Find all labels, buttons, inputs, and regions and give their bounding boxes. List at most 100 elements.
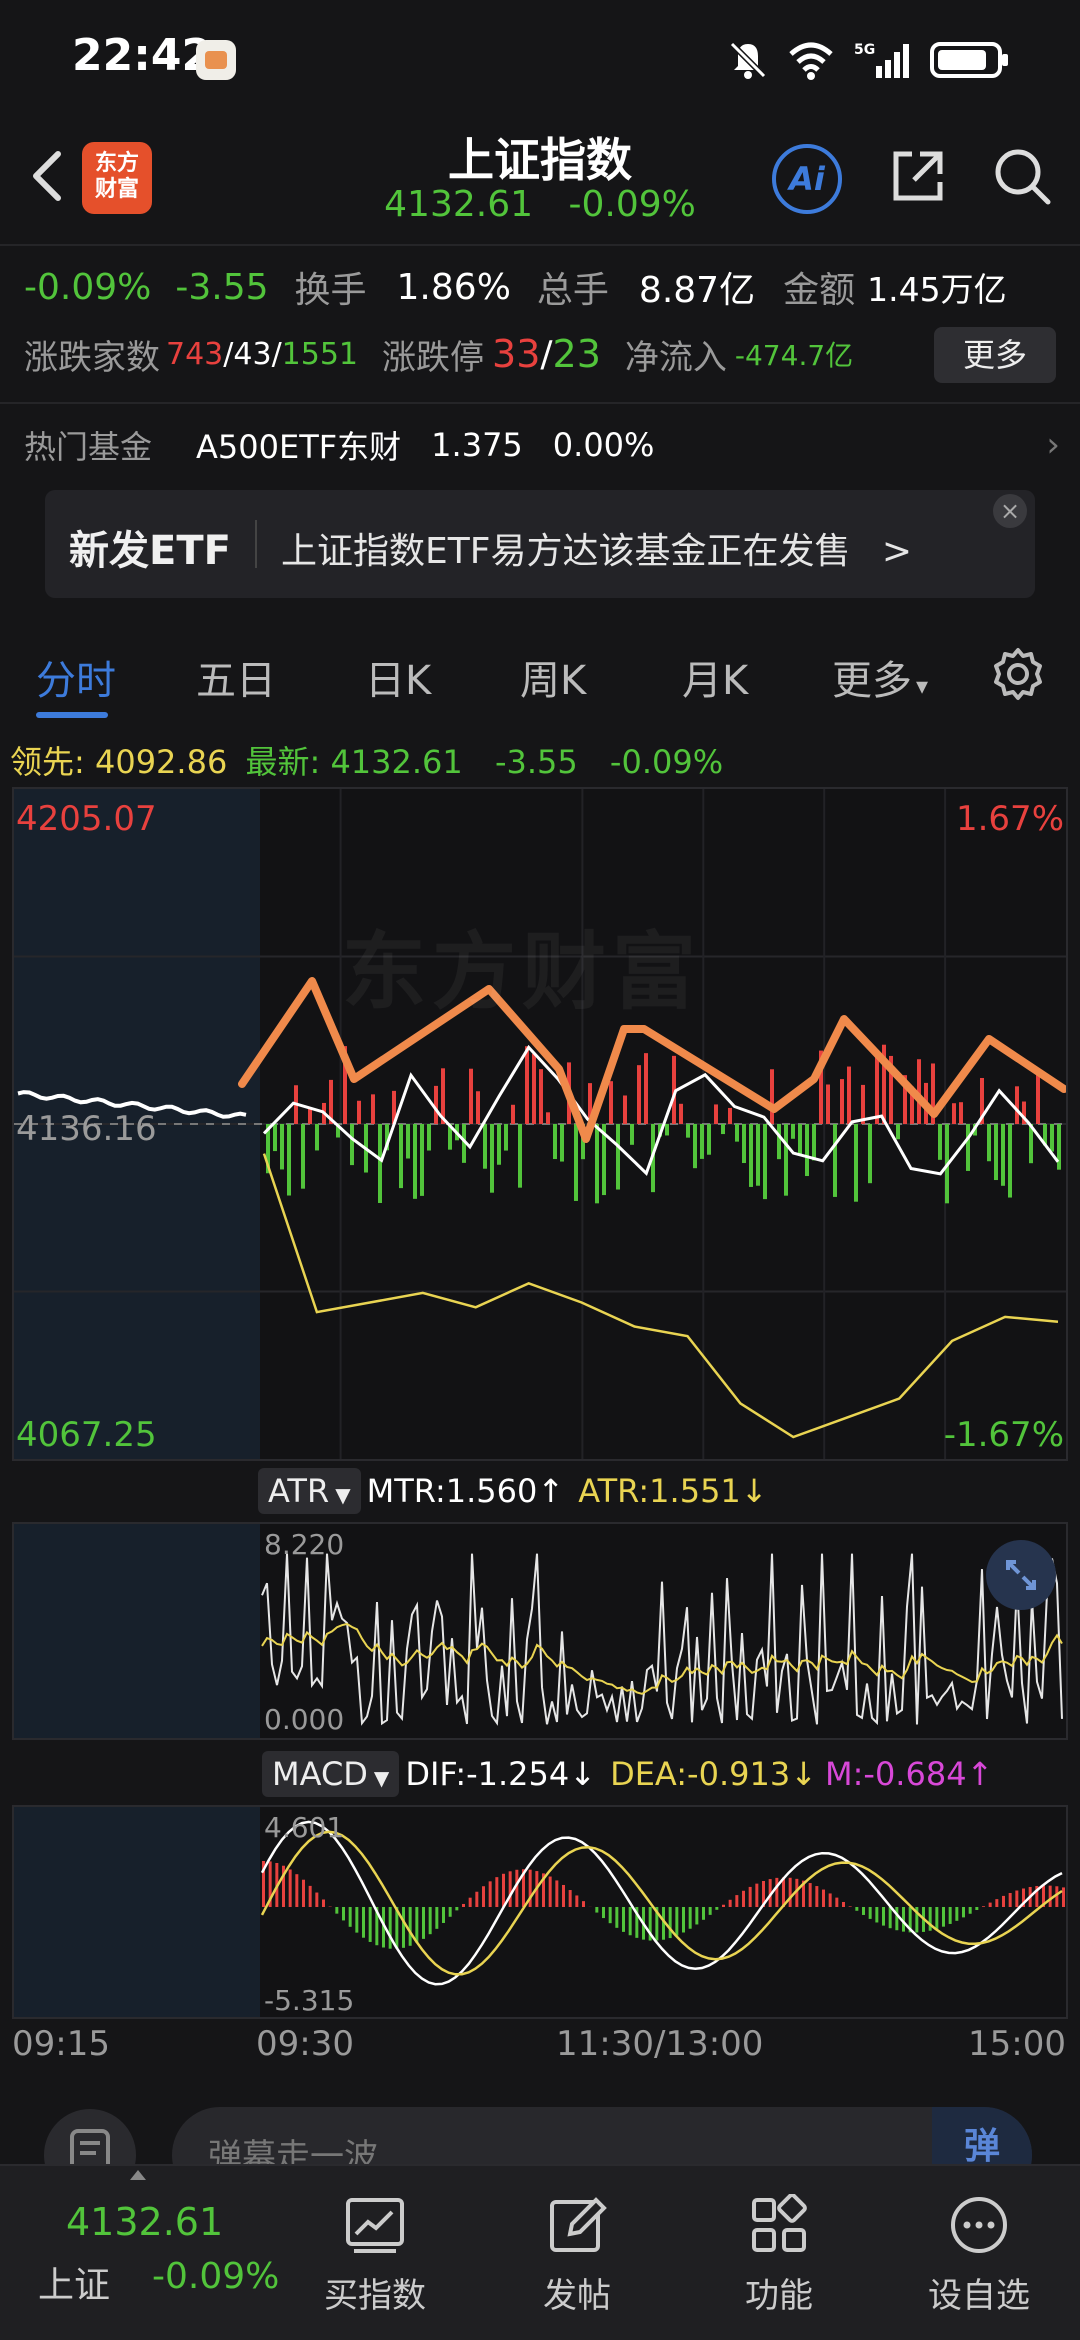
dif-value: DIF:-1.254 xyxy=(405,1755,570,1793)
volume-bar xyxy=(630,1124,634,1145)
status-time: 22:42 xyxy=(72,30,213,81)
macd-histogram-bar xyxy=(828,1893,832,1907)
volume-bar xyxy=(1057,1124,1061,1170)
macd-histogram-bar xyxy=(628,1907,632,1936)
volume-bar xyxy=(707,1124,711,1155)
grid-apps-icon xyxy=(752,2194,807,2252)
dropdown-arrow-icon: ▾ xyxy=(916,672,929,700)
macd-histogram-bar xyxy=(848,1906,852,1907)
nav-index-name: 上证 xyxy=(38,2265,111,2306)
macd-histogram-bar xyxy=(995,1899,999,1907)
share-button[interactable] xyxy=(886,144,950,208)
macd-histogram-bar xyxy=(468,1897,472,1907)
chart-settings-button[interactable] xyxy=(990,646,1046,706)
volume-bar xyxy=(938,1124,942,1160)
intraday-chart[interactable]: 4205.07 1.67% 4136.16 4067.25 -1.67% 东方财… xyxy=(12,787,1068,1461)
nav-post[interactable]: 发帖 xyxy=(502,2166,652,2336)
volume-bar xyxy=(420,1124,424,1196)
hot-fund-row[interactable]: 热门基金 A500ETF东财 1.375 0.00% xyxy=(0,413,1080,477)
macd-histogram-bar xyxy=(842,1901,845,1907)
breadth-label: 涨跌家数 xyxy=(24,337,160,378)
macd-histogram-bar xyxy=(582,1901,585,1907)
volume-bar xyxy=(315,1124,319,1151)
info-change: -3.55 xyxy=(494,743,578,781)
danmaku-list-button[interactable] xyxy=(44,2109,136,2165)
tab-intraday[interactable]: 分时 xyxy=(36,648,116,706)
list-icon xyxy=(70,2129,110,2165)
dea-value: DEA:-0.913 xyxy=(610,1755,791,1793)
macd-indicator-bar: MACD ▼ DIF:-1.254 ↓ DEA:-0.913 ↓ M:-0.684… xyxy=(262,1748,993,1800)
macd-chart-canvas xyxy=(14,1807,1065,2017)
more-stats-button[interactable]: 更多 xyxy=(934,327,1056,383)
volume-bar xyxy=(532,1053,536,1124)
macd-histogram-bar xyxy=(668,1907,672,1939)
macd-histogram-bar xyxy=(755,1883,759,1907)
atr-selector[interactable]: ATR ▼ xyxy=(258,1468,361,1514)
macd-histogram-bar xyxy=(728,1899,732,1907)
macd-histogram-bar xyxy=(948,1907,952,1924)
volume-bar xyxy=(637,1065,641,1124)
share-icon xyxy=(893,151,943,201)
bottom-nav: 4132.61 上证 -0.09% 买指数 发帖 功能 设自选 xyxy=(0,2164,1080,2340)
stat-amount: 1.45万亿 xyxy=(867,270,1007,309)
volume-bar xyxy=(714,1104,718,1124)
search-icon xyxy=(995,149,1051,205)
macd-histogram-bar xyxy=(562,1884,565,1907)
danmaku-input[interactable]: 弹幕走一波 弹 xyxy=(172,2107,1032,2165)
limit-down: 23 xyxy=(552,332,601,376)
tab-five-day[interactable]: 五日 xyxy=(196,648,276,706)
macd-histogram-bar xyxy=(368,1907,372,1942)
notification-app-icon xyxy=(196,40,236,80)
info-change-pct: -0.09% xyxy=(609,743,724,781)
volume-bar xyxy=(434,1085,438,1124)
nav-buy-index[interactable]: 买指数 xyxy=(300,2166,450,2336)
search-button[interactable] xyxy=(990,144,1054,208)
etf-banner[interactable]: 新发ETF 上证指数ETF易方达该基金正在发售 > × xyxy=(45,490,1035,598)
volume-bar xyxy=(742,1124,746,1164)
index-quote-button[interactable]: 4132.61 上证 -0.09% xyxy=(0,2166,290,2336)
header-price: 4132.61 xyxy=(384,184,534,225)
macd-histogram-bar xyxy=(428,1907,432,1935)
atr-chart[interactable]: 8.220 0.000 xyxy=(12,1522,1068,1740)
tab-weekly-k[interactable]: 周K xyxy=(520,648,586,706)
stat-turnover: 1.86% xyxy=(396,266,511,308)
pre-market-shade xyxy=(14,1807,260,2017)
nav-add-watchlist[interactable]: 设自选 xyxy=(904,2166,1054,2336)
status-bar: 22:42 5G xyxy=(0,0,1080,120)
expand-chart-button[interactable] xyxy=(986,1540,1056,1610)
macd-chart[interactable]: 4.601 -5.315 xyxy=(12,1805,1068,2019)
macd-histogram-bar xyxy=(888,1907,892,1929)
macd-selector[interactable]: MACD ▼ xyxy=(262,1751,400,1797)
hot-fund-price: 1.375 xyxy=(431,426,523,464)
limit-label: 涨跌停 xyxy=(382,337,485,378)
tab-monthly-k[interactable]: 月K xyxy=(682,648,748,706)
tab-daily-k[interactable]: 日K xyxy=(365,648,431,706)
volume-bar xyxy=(616,1124,620,1190)
macd-histogram-bar xyxy=(875,1907,879,1923)
stats-row-2: 涨跌家数 743 / 43 / 1551 涨跌停 33 / 23 净流入 -47… xyxy=(0,322,1080,386)
tab-more[interactable]: 更多 ▾ xyxy=(832,648,928,706)
volume-bar xyxy=(756,1124,760,1186)
hot-fund-label: 热门基金 xyxy=(24,428,153,466)
macd-histogram-bar xyxy=(575,1895,579,1907)
macd-histogram-bar xyxy=(682,1907,685,1933)
danmaku-placeholder: 弹幕走一波 xyxy=(208,2137,378,2165)
macd-histogram-bar xyxy=(775,1877,779,1907)
nav-functions[interactable]: 功能 xyxy=(704,2166,854,2336)
macd-histogram-bar xyxy=(702,1907,705,1920)
macd-histogram-bar xyxy=(348,1907,352,1927)
atr-line xyxy=(261,1622,1063,1695)
volume-bar xyxy=(490,1124,494,1193)
macd-histogram-bar xyxy=(388,1907,392,1949)
header-change-pct: -0.09% xyxy=(568,184,696,225)
macd-histogram-bar xyxy=(808,1883,812,1907)
stat-volume-label: 总手 xyxy=(536,270,609,311)
stat-change-pct: -0.09% xyxy=(24,266,152,308)
ai-assistant-button[interactable]: Ai xyxy=(772,144,842,214)
banner-close-button[interactable]: × xyxy=(993,494,1027,528)
volume-bar xyxy=(560,1124,564,1162)
time-tick: 09:15 xyxy=(12,2024,110,2064)
volume-bar xyxy=(399,1124,403,1189)
volume-bar xyxy=(525,1046,529,1124)
danmaku-toggle-button[interactable]: 弹 xyxy=(932,2107,1032,2165)
